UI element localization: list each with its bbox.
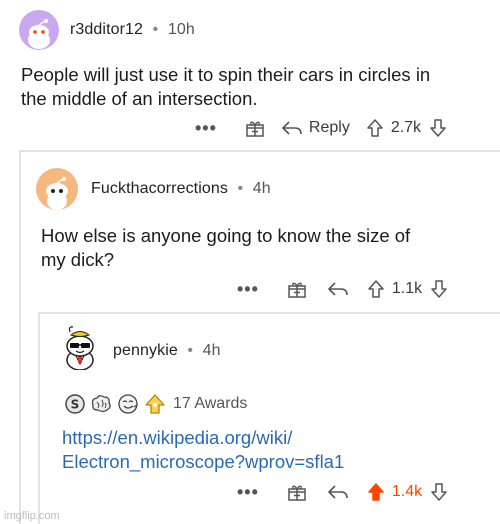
avatar[interactable] — [36, 168, 78, 210]
reply-arrow-icon — [282, 121, 302, 135]
award-button[interactable] — [287, 279, 307, 299]
smile-award-icon — [116, 393, 140, 415]
reply-button[interactable]: Reply — [281, 119, 350, 137]
thread-divider — [19, 150, 500, 152]
reply-arrow-icon — [328, 282, 348, 296]
thread-line[interactable] — [38, 312, 40, 524]
wikipedia-link[interactable]: https://en.wikipedia.org/wiki/ Electron_… — [62, 426, 344, 474]
comment-body: How else is anyone going to know the siz… — [41, 224, 410, 272]
more-options-button[interactable]: ••• — [195, 118, 217, 139]
username[interactable]: Fuckthacorrections — [91, 180, 228, 197]
reply-label: Reply — [308, 119, 350, 136]
vote-count: 1.4k — [391, 483, 423, 500]
comment-body: People will just use it to spin their ca… — [21, 63, 430, 111]
comment-line: my dick? — [41, 249, 114, 270]
awards-count: 17 Awards — [173, 395, 248, 412]
downvote-button[interactable] — [429, 118, 447, 138]
award-button[interactable] — [245, 118, 265, 138]
meta-separator: • — [187, 342, 194, 359]
timestamp: 10h — [167, 21, 195, 38]
reply-button[interactable] — [327, 483, 349, 501]
more-options-button[interactable]: ••• — [237, 279, 259, 300]
downvote-icon — [430, 119, 446, 137]
upvote-button[interactable] — [367, 279, 385, 299]
comment-line: People will just use it to spin their ca… — [21, 64, 431, 85]
comment-line: How else is anyone going to know the siz… — [41, 225, 411, 246]
thread-divider — [38, 312, 500, 314]
downvote-button[interactable] — [430, 482, 448, 502]
gift-icon — [288, 282, 306, 298]
meta-separator: • — [152, 21, 159, 38]
upvote-icon — [368, 280, 384, 298]
vote-count: 1.1k — [391, 280, 423, 297]
gift-icon — [246, 121, 264, 137]
meta-separator: • — [237, 180, 244, 197]
downvote-icon — [431, 280, 447, 298]
upvote-award-icon — [143, 393, 167, 415]
upvote-active-icon — [368, 483, 384, 501]
upvote-icon — [367, 119, 383, 137]
comment-line: the middle of an intersection. — [21, 88, 258, 109]
award-button[interactable] — [287, 482, 307, 502]
username[interactable]: pennykie — [113, 342, 178, 359]
link-line: https://en.wikipedia.org/wiki/ — [62, 427, 293, 448]
avatar[interactable] — [58, 324, 102, 371]
vote-count: 2.7k — [390, 119, 422, 136]
imgflip-watermark: imgflip.com — [4, 510, 60, 522]
thread-line[interactable] — [19, 150, 21, 524]
comment-actions: ••• 1.4k — [237, 479, 448, 505]
more-options-button[interactable]: ••• — [237, 482, 259, 503]
comment-actions: ••• 1.1k — [237, 276, 448, 302]
gift-icon — [288, 485, 306, 501]
downvote-button[interactable] — [430, 279, 448, 299]
username[interactable]: r3dditor12 — [70, 21, 143, 38]
timestamp: 4h — [252, 180, 271, 197]
brain-award-icon — [89, 393, 113, 415]
comment-actions: ••• Reply 2.7k — [195, 115, 447, 141]
reply-button[interactable] — [327, 280, 349, 298]
svg-text:S: S — [71, 398, 80, 412]
reply-arrow-icon — [328, 485, 348, 499]
link-line: Electron_microscope?wprov=sfla1 — [62, 451, 345, 472]
silver-coin-award-icon: S — [64, 393, 86, 415]
timestamp: 4h — [202, 342, 221, 359]
upvote-button[interactable] — [367, 482, 385, 502]
awards-row[interactable]: S 17 Awards — [64, 391, 247, 417]
upvote-button[interactable] — [366, 118, 384, 138]
downvote-icon — [431, 483, 447, 501]
avatar[interactable] — [19, 10, 59, 50]
